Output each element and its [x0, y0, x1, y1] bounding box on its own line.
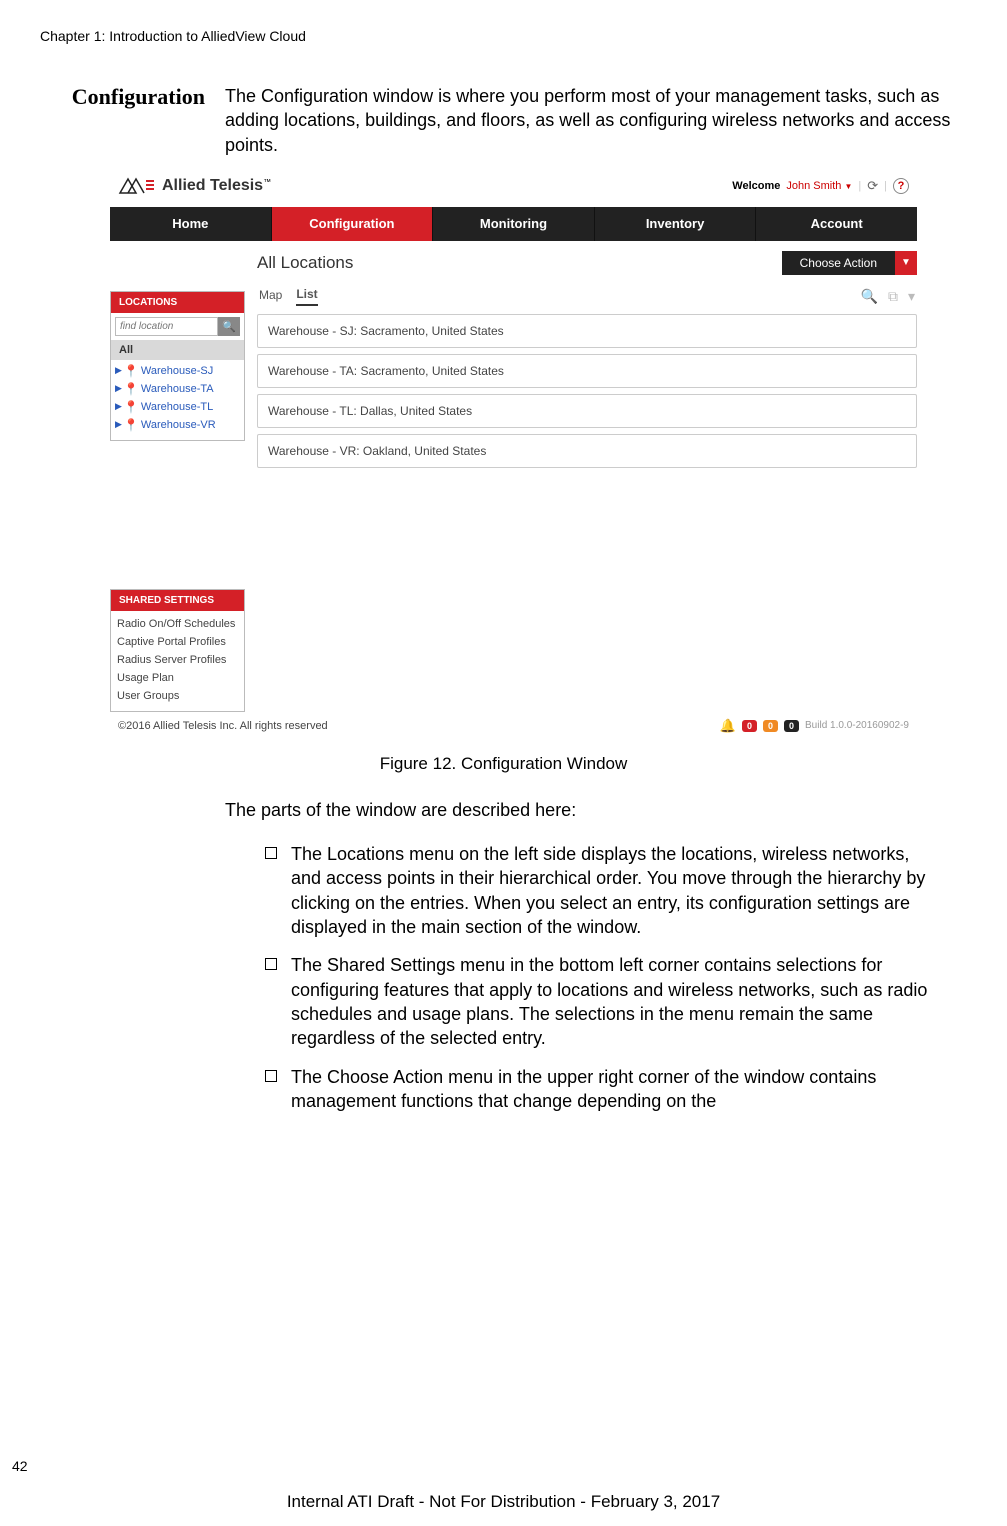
brand-logo: Allied Telesis™: [118, 177, 271, 195]
choose-action-label: Choose Action: [782, 251, 895, 275]
section-title: Configuration: [40, 84, 205, 157]
alert-badge-info[interactable]: 0: [784, 720, 799, 732]
location-tree-label: Warehouse-TL: [141, 401, 213, 413]
location-tree-label: Warehouse-VR: [141, 419, 216, 431]
location-row[interactable]: Warehouse - SJ: Sacramento, United State…: [257, 314, 917, 348]
locations-panel-head: LOCATIONS: [111, 292, 244, 313]
tab-list[interactable]: List: [296, 287, 317, 306]
bullet-icon: [265, 958, 277, 970]
nav-account[interactable]: Account: [756, 207, 917, 241]
divider: |: [858, 180, 861, 192]
alert-badge-critical[interactable]: 0: [742, 720, 757, 732]
chevron-down-icon: ▼: [895, 251, 917, 275]
brand-logo-text: Allied Telesis™: [162, 177, 271, 195]
section-intro: The Configuration window is where you pe…: [225, 84, 967, 157]
locations-all[interactable]: All: [111, 340, 244, 360]
nav-inventory[interactable]: Inventory: [595, 207, 757, 241]
nav-monitoring[interactable]: Monitoring: [433, 207, 595, 241]
shared-settings-head: SHARED SETTINGS: [111, 590, 244, 611]
location-tree-item[interactable]: ▶ 📍 Warehouse-VR: [115, 416, 240, 434]
location-tree-item[interactable]: ▶ 📍 Warehouse-TA: [115, 380, 240, 398]
bullet-item: The Locations menu on the left side disp…: [265, 842, 937, 939]
location-search-button[interactable]: 🔍: [218, 317, 240, 336]
nav-configuration[interactable]: Configuration: [272, 207, 434, 241]
location-row[interactable]: Warehouse - VR: Oakland, United States: [257, 434, 917, 468]
caret-right-icon: ▶: [115, 401, 122, 412]
location-tree-label: Warehouse-SJ: [141, 365, 213, 377]
help-icon[interactable]: ?: [893, 178, 909, 194]
refresh-icon[interactable]: ⟳: [867, 178, 878, 194]
caret-right-icon: ▶: [115, 365, 122, 376]
caret-right-icon: ▶: [115, 419, 122, 430]
shared-settings-item[interactable]: Usage Plan: [117, 669, 238, 687]
search-icon: 🔍: [222, 320, 236, 333]
bullet-text: The Locations menu on the left side disp…: [291, 842, 937, 939]
locations-panel: LOCATIONS 🔍 All ▶ 📍 Warehouse-SJ: [110, 291, 245, 441]
search-icon[interactable]: 🔍: [861, 288, 878, 305]
page-footer: Internal ATI Draft - Not For Distributio…: [0, 1492, 1007, 1512]
tab-map[interactable]: Map: [259, 288, 282, 305]
bullet-icon: [265, 847, 277, 859]
shared-settings-item[interactable]: Radius Server Profiles: [117, 651, 238, 669]
figure-caption: Figure 12. Configuration Window: [40, 754, 967, 774]
pin-icon: 📍: [124, 400, 139, 414]
configuration-screenshot: Allied Telesis™ Welcome John Smith ▼ | ⟳…: [110, 171, 917, 736]
copyright-text: ©2016 Allied Telesis Inc. All rights res…: [118, 720, 328, 732]
main-nav: Home Configuration Monitoring Inventory …: [110, 207, 917, 241]
pin-icon: 📍: [124, 382, 139, 396]
location-tree-label: Warehouse-TA: [141, 383, 214, 395]
welcome-user-menu[interactable]: John Smith ▼: [786, 180, 852, 192]
chapter-heading: Chapter 1: Introduction to AlliedView Cl…: [40, 28, 967, 44]
shared-settings-item[interactable]: User Groups: [117, 687, 238, 705]
shared-settings-item[interactable]: Radio On/Off Schedules: [117, 615, 238, 633]
pin-icon: 📍: [124, 364, 139, 378]
location-row[interactable]: Warehouse - TL: Dallas, United States: [257, 394, 917, 428]
bullet-item: The Choose Action menu in the upper righ…: [265, 1065, 937, 1114]
location-tree-item[interactable]: ▶ 📍 Warehouse-TL: [115, 398, 240, 416]
location-row[interactable]: Warehouse - TA: Sacramento, United State…: [257, 354, 917, 388]
location-tree-item[interactable]: ▶ 📍 Warehouse-SJ: [115, 362, 240, 380]
bullet-item: The Shared Settings menu in the bottom l…: [265, 953, 937, 1050]
brand-logo-icon: [118, 177, 156, 195]
shared-settings-panel: SHARED SETTINGS Radio On/Off Schedules C…: [110, 589, 245, 712]
location-search-input[interactable]: [115, 317, 218, 336]
nav-home[interactable]: Home: [110, 207, 272, 241]
bullet-text: The Shared Settings menu in the bottom l…: [291, 953, 937, 1050]
choose-action-menu[interactable]: Choose Action ▼: [782, 251, 917, 275]
bell-icon[interactable]: 🔔: [720, 718, 736, 734]
copy-icon[interactable]: ⧉: [888, 288, 898, 305]
caret-down-icon[interactable]: ▾: [908, 288, 915, 305]
bullet-icon: [265, 1070, 277, 1082]
build-version: Build 1.0.0-20160902-9: [805, 720, 909, 731]
divider: |: [884, 180, 887, 192]
welcome-label: Welcome: [732, 180, 780, 192]
alert-badge-warning[interactable]: 0: [763, 720, 778, 732]
page-number: 42: [12, 1458, 28, 1474]
pin-icon: 📍: [124, 418, 139, 432]
shared-settings-item[interactable]: Captive Portal Profiles: [117, 633, 238, 651]
caret-right-icon: ▶: [115, 383, 122, 394]
bullet-text: The Choose Action menu in the upper righ…: [291, 1065, 937, 1114]
body-paragraph: The parts of the window are described he…: [225, 798, 927, 822]
main-title: All Locations: [257, 253, 353, 273]
